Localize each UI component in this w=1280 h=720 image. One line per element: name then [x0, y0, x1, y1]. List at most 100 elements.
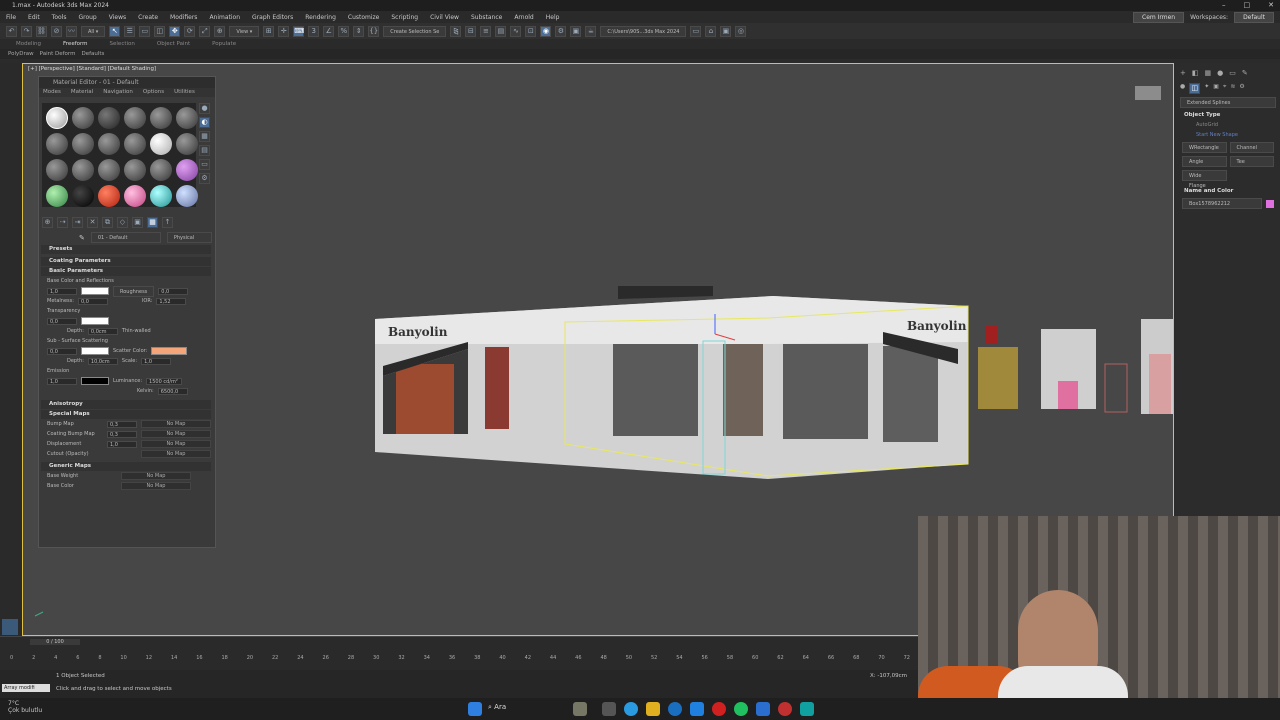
material-slot[interactable] — [71, 107, 94, 129]
menu-modes[interactable]: Modes — [43, 88, 61, 97]
sample-type-icon[interactable]: ● — [199, 103, 210, 114]
menu-animation[interactable]: Animation — [209, 14, 240, 21]
menu-customize[interactable]: Customize — [348, 14, 380, 21]
menu-substance[interactable]: Substance — [471, 14, 502, 21]
project-path-select[interactable]: C:\Users\90S...3ds Max 2024 — [600, 25, 687, 37]
reset-map-icon[interactable]: ✕ — [87, 217, 98, 228]
menu-file[interactable]: File — [6, 14, 16, 21]
mail-icon[interactable] — [690, 702, 704, 716]
snaps-toggle-icon[interactable]: 3 — [308, 25, 320, 37]
material-slot[interactable] — [45, 133, 68, 155]
modify-tab-icon[interactable]: ◧ — [1192, 69, 1199, 77]
polydraw-button[interactable]: PolyDraw — [8, 49, 34, 59]
sss-color-swatch[interactable] — [81, 347, 109, 355]
material-type-button[interactable]: Physical Material — [166, 232, 212, 251]
tab-object-paint[interactable]: Object Paint — [157, 39, 190, 49]
file-explorer-icon[interactable] — [646, 702, 660, 716]
menu-options[interactable]: Options — [143, 88, 164, 97]
emission-color-swatch[interactable] — [81, 377, 109, 385]
presets-rollout[interactable]: Presets — [41, 245, 211, 254]
user-account-button[interactable]: Cem Irmen — [1133, 12, 1185, 23]
angle-button[interactable]: Angle — [1182, 156, 1227, 167]
render-icon[interactable]: ☕ — [585, 25, 597, 37]
menu-material[interactable]: Material — [71, 88, 93, 97]
display-tab-icon[interactable]: ▭ — [1229, 69, 1236, 77]
pivot-icon[interactable]: ⊞ — [263, 25, 275, 37]
material-slot[interactable] — [45, 159, 68, 181]
window-crossing-icon[interactable]: ◫ — [154, 25, 166, 37]
cutout-map-button[interactable]: No Map — [141, 450, 211, 458]
coating-bump-map-button[interactable]: No Map — [141, 430, 211, 438]
widgets-icon[interactable] — [573, 702, 587, 716]
get-material-icon[interactable]: ⊕ — [42, 217, 53, 228]
object-name-field[interactable]: Box1578962212 — [1182, 198, 1262, 209]
tab-modeling[interactable]: Modeling — [16, 39, 41, 49]
maximize-icon[interactable]: □ — [1244, 0, 1251, 11]
mirror-icon[interactable]: ⧎ — [450, 25, 462, 37]
minimize-icon[interactable]: – — [1222, 0, 1226, 11]
material-slot[interactable] — [71, 159, 94, 181]
schematic-view-icon[interactable]: ⊡ — [525, 25, 537, 37]
backlight-icon[interactable]: ◐ — [199, 117, 210, 128]
menu-edit[interactable]: Edit — [28, 14, 40, 21]
time-slider[interactable]: 0 / 100 — [30, 639, 80, 645]
menu-rendering[interactable]: Rendering — [305, 14, 336, 21]
special-maps-rollout[interactable]: Special Maps — [41, 410, 211, 419]
sss-depth-spinner[interactable]: 10,0cm — [87, 357, 118, 365]
material-slot[interactable] — [149, 159, 172, 181]
emission-spinner[interactable]: 1,0 — [47, 377, 77, 385]
telegram-icon[interactable] — [756, 702, 770, 716]
menu-tools[interactable]: Tools — [52, 14, 67, 21]
rendered-frame-window-icon[interactable]: ▣ — [570, 25, 582, 37]
select-object-icon[interactable]: ↖ — [109, 25, 121, 37]
defaults-button[interactable]: Defaults — [81, 49, 104, 59]
start-new-shape-checkbox[interactable]: Start New Shape — [1176, 130, 1280, 140]
selection-filter-select[interactable]: All ▾ — [81, 25, 106, 37]
percent-snap-icon[interactable]: % — [338, 25, 350, 37]
channel-button[interactable]: Channel — [1229, 142, 1274, 153]
edit-named-selection-icon[interactable]: {} — [368, 25, 380, 37]
toggle-ribbon-icon[interactable]: ▤ — [495, 25, 507, 37]
coordinate-display[interactable]: X: -107,09cm — [870, 673, 907, 679]
cameras-icon[interactable]: ▣ — [1213, 83, 1219, 94]
autogrid-checkbox[interactable]: AutoGrid — [1176, 120, 1280, 130]
material-slot[interactable] — [123, 133, 146, 155]
anisotropy-rollout[interactable]: Anisotropy — [41, 400, 211, 409]
kelvin-spinner[interactable]: 6500,0 — [157, 387, 188, 395]
wrectangle-button[interactable]: WRectangle — [1182, 142, 1227, 153]
select-rotate-icon[interactable]: ⟳ — [184, 25, 196, 37]
luminance-spinner[interactable]: 1500 cd/m² — [146, 377, 183, 385]
unlink-icon[interactable]: ⊘ — [51, 25, 62, 37]
task-view-icon[interactable] — [602, 702, 616, 716]
base-weight-map-button[interactable]: No Map — [121, 472, 191, 480]
close-icon[interactable]: ✕ — [1268, 0, 1274, 11]
basic-rollout[interactable]: Basic Parameters — [41, 267, 211, 276]
depth-spinner[interactable]: 0,0cm — [87, 327, 118, 335]
material-slot[interactable] — [97, 133, 120, 155]
bind-space-warp-icon[interactable]: 〰 — [66, 25, 77, 37]
render-setup-icon[interactable]: ⚙ — [555, 25, 567, 37]
menu-arnold[interactable]: Arnold — [514, 14, 533, 21]
select-by-name-icon[interactable]: ☰ — [124, 25, 136, 37]
redo-icon[interactable]: ↷ — [21, 25, 32, 37]
chrome-icon[interactable] — [778, 702, 792, 716]
folder-icon[interactable]: ▭ — [690, 25, 702, 37]
material-slot[interactable] — [97, 107, 120, 129]
displacement-map-button[interactable]: No Map — [141, 440, 211, 448]
wide-flange-button[interactable]: Wide Flange — [1182, 170, 1227, 189]
material-slot[interactable] — [149, 185, 172, 207]
placement-icon[interactable]: ⊕ — [214, 25, 226, 37]
utilities-tab-icon[interactable]: ✎ — [1242, 69, 1248, 77]
maxscript-listener[interactable]: Array modifi — [2, 684, 50, 692]
uv-tiling-icon[interactable]: ▤ — [199, 145, 210, 156]
material-editor-icon[interactable]: ◉ — [540, 25, 552, 37]
roughness-select[interactable]: Roughness — [113, 285, 155, 297]
base-color-swatch[interactable] — [81, 287, 109, 295]
workspace-select[interactable]: Default — [1234, 12, 1274, 23]
material-name-field[interactable]: 01 - Default — [90, 232, 161, 243]
opera-icon[interactable] — [712, 702, 726, 716]
go-to-parent-icon[interactable]: ↑ — [162, 217, 173, 228]
displacement-spinner[interactable]: 1,0 — [107, 440, 137, 448]
thin-walled-checkbox[interactable]: Thin-walled — [122, 328, 151, 334]
timeline[interactable]: 0 / 100 0 2 4 6 8 10 12 14 16 18 20 22 24 26 28 30 32 34 3… — [0, 636, 920, 670]
